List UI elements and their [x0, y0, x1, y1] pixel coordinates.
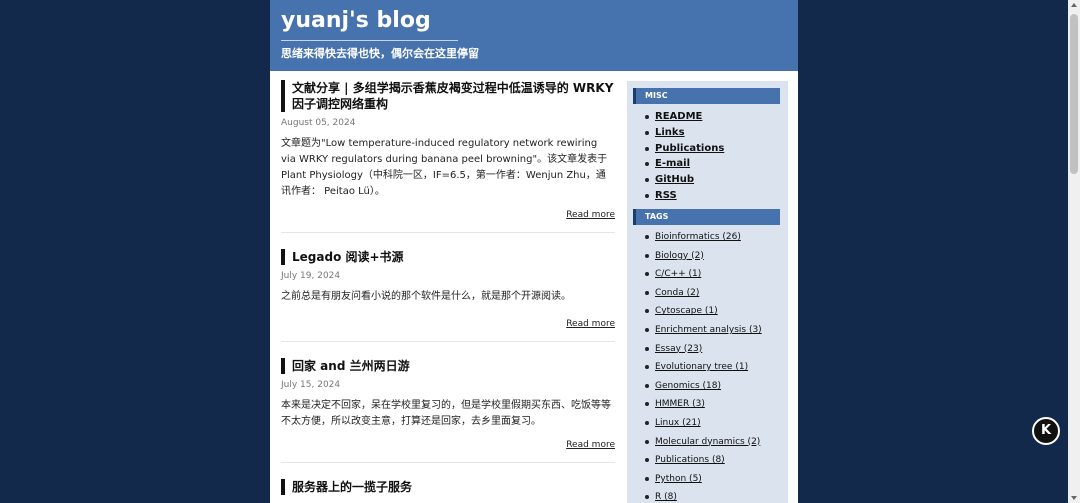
misc-item-links: Links — [645, 125, 780, 141]
tag-item: R (8) — [645, 488, 780, 503]
tag-link[interactable]: Genomics (18) — [655, 381, 721, 391]
misc-item-email: E-mail — [645, 156, 780, 172]
post-date: August 05, 2024 — [281, 118, 356, 128]
sidebar: MISC README Links Publications E-mail Gi… — [627, 81, 788, 503]
misc-link[interactable]: README — [655, 111, 702, 122]
k-logo-icon[interactable]: K — [1032, 417, 1060, 445]
tag-link[interactable]: Publications (8) — [655, 455, 725, 465]
tag-item: Genomics (18) — [645, 377, 780, 396]
site-title[interactable]: yuanj's blog — [281, 8, 431, 33]
site-header: yuanj's blog 思绪来得快去得也快，偶尔会在这里停留 — [270, 0, 798, 71]
read-more-link[interactable]: Read more — [281, 319, 615, 329]
tag-link[interactable]: Conda (2) — [655, 288, 699, 298]
misc-list: README Links Publications E-mail GitHub … — [633, 109, 780, 204]
post-title[interactable]: Legado 阅读+书源 — [281, 249, 615, 265]
read-more-link[interactable]: Read more — [281, 210, 615, 220]
tag-item: Linux (21) — [645, 414, 780, 433]
tag-link[interactable]: Bioinformatics (26) — [655, 232, 741, 242]
post-date: July 15, 2024 — [281, 380, 341, 390]
tag-item: Biology (2) — [645, 247, 780, 266]
misc-link[interactable]: Links — [655, 127, 685, 138]
tag-link[interactable]: Enrichment analysis (3) — [655, 325, 762, 335]
tag-link[interactable]: Cytoscape (1) — [655, 306, 718, 316]
misc-item-readme: README — [645, 109, 780, 125]
scroll-thumb[interactable] — [1070, 14, 1078, 174]
post-item: 服务器上的一揽子服务 — [281, 477, 615, 503]
misc-heading: MISC — [633, 88, 780, 104]
tag-item: Conda (2) — [645, 284, 780, 303]
misc-link[interactable]: GitHub — [655, 174, 694, 185]
post-title[interactable]: 服务器上的一揽子服务 — [281, 479, 615, 495]
tag-item: Evolutionary tree (1) — [645, 358, 780, 377]
scroll-down-arrow-icon[interactable] — [1071, 496, 1077, 500]
tag-link[interactable]: Linux (21) — [655, 418, 701, 428]
tag-item: Cytoscape (1) — [645, 302, 780, 321]
misc-section: MISC README Links Publications E-mail Gi… — [633, 88, 780, 204]
misc-link[interactable]: E-mail — [655, 158, 690, 169]
tags-heading: TAGS — [633, 209, 780, 225]
tag-item: Publications (8) — [645, 451, 780, 470]
post-excerpt: 文章题为"Low temperature-induced regulatory … — [281, 138, 608, 197]
tag-link[interactable]: Python (5) — [655, 474, 702, 484]
tag-item: Enrichment analysis (3) — [645, 321, 780, 340]
post-date: July 19, 2024 — [281, 271, 341, 281]
page-scrollbar[interactable] — [1068, 0, 1080, 503]
misc-link[interactable]: RSS — [655, 190, 677, 201]
tag-link[interactable]: Molecular dynamics (2) — [655, 437, 760, 447]
tag-link[interactable]: Essay (23) — [655, 344, 702, 354]
tag-item: Bioinformatics (26) — [645, 228, 780, 247]
tag-item: Essay (23) — [645, 340, 780, 359]
read-more-link[interactable]: Read more — [281, 440, 615, 450]
tag-item: Python (5) — [645, 470, 780, 489]
tag-link[interactable]: Evolutionary tree (1) — [655, 362, 748, 372]
post-title[interactable]: 回家 and 兰州两日游 — [281, 358, 615, 374]
scroll-up-arrow-icon[interactable] — [1071, 3, 1077, 7]
post-excerpt: 本来是决定不回家，呆在学校里复习的，但是学校里假期买东西、吃饭等等不太方便，所以… — [281, 400, 611, 427]
site-subtitle: 思绪来得快去得也快，偶尔会在这里停留 — [281, 47, 479, 60]
misc-item-rss: RSS — [645, 188, 780, 204]
tag-item: C/C++ (1) — [645, 265, 780, 284]
tags-section: TAGS Bioinformatics (26) Biology (2) C/C… — [633, 209, 780, 503]
tag-link[interactable]: HMMER (3) — [655, 399, 705, 409]
tag-item: HMMER (3) — [645, 395, 780, 414]
tag-list: Bioinformatics (26) Biology (2) C/C++ (1… — [633, 228, 780, 503]
post-title[interactable]: 文献分享 | 多组学揭示香蕉皮褐变过程中低温诱导的 WRKY 因子调控网络重构 — [281, 80, 615, 112]
post-list: 文献分享 | 多组学揭示香蕉皮褐变过程中低温诱导的 WRKY 因子调控网络重构 … — [281, 80, 615, 503]
post-item: 文献分享 | 多组学揭示香蕉皮褐变过程中低温诱导的 WRKY 因子调控网络重构 … — [281, 80, 615, 233]
tag-link[interactable]: C/C++ (1) — [655, 269, 701, 279]
post-item: Legado 阅读+书源 July 19, 2024 之前总是有朋友问看小说的那… — [281, 247, 615, 342]
tag-link[interactable]: R (8) — [655, 492, 677, 502]
tag-item: Molecular dynamics (2) — [645, 433, 780, 452]
page-container: yuanj's blog 思绪来得快去得也快，偶尔会在这里停留 文献分享 | 多… — [270, 0, 798, 503]
post-excerpt: 之前总是有朋友问看小说的那个软件是什么，就是那个开源阅读。 — [281, 291, 571, 302]
post-item: 回家 and 兰州两日游 July 15, 2024 本来是决定不回家，呆在学校… — [281, 356, 615, 463]
title-divider — [281, 40, 458, 41]
misc-link[interactable]: Publications — [655, 143, 724, 154]
misc-item-publications: Publications — [645, 141, 780, 157]
misc-item-github: GitHub — [645, 172, 780, 188]
tag-link[interactable]: Biology (2) — [655, 251, 704, 261]
